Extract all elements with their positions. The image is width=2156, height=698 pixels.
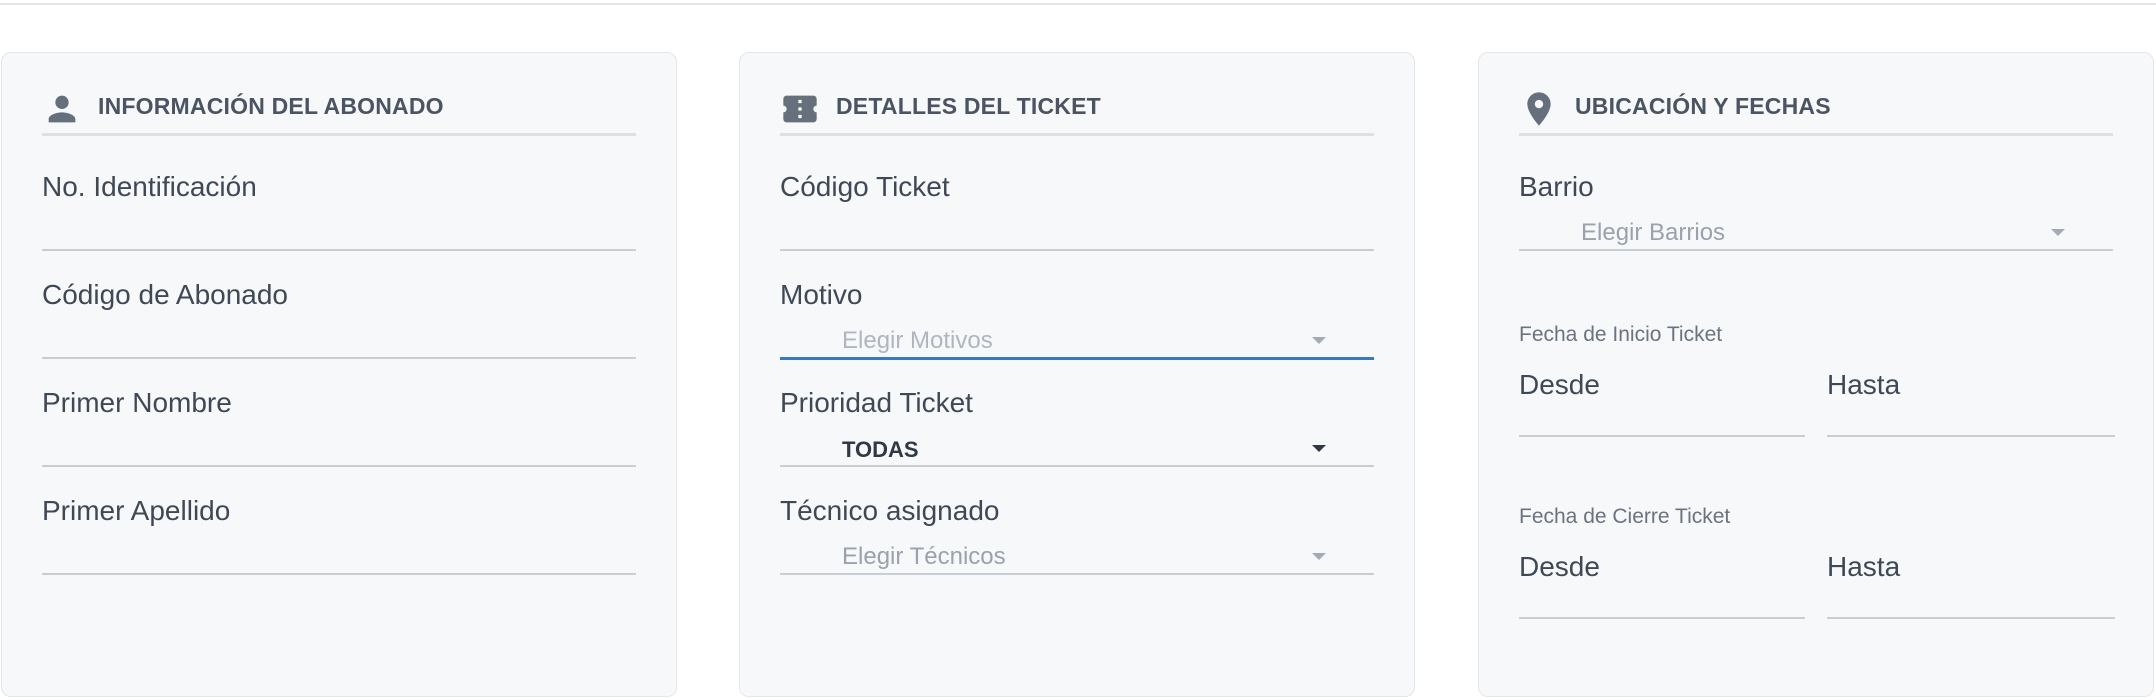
field-label: Código de Abonado xyxy=(42,279,288,310)
chevron-down-icon xyxy=(1312,337,1326,344)
chevron-down-icon xyxy=(2051,229,2065,236)
priority-select[interactable]: Prioridad Ticket TODAS xyxy=(780,387,1374,467)
field-label: Código Ticket xyxy=(780,171,950,202)
field-label: Primer Apellido xyxy=(42,495,231,526)
top-divider xyxy=(0,3,2156,5)
field-label: Desde xyxy=(1519,369,1600,400)
priority-selected-value: TODAS xyxy=(842,437,919,462)
ticket-code-field[interactable]: Código Ticket xyxy=(780,171,1374,251)
location-pin-icon xyxy=(1527,92,1551,126)
field-label: Hasta xyxy=(1827,551,1901,582)
identification-field[interactable]: No. Identificación xyxy=(42,171,636,251)
panel-title: UBICACIÓN Y FECHAS xyxy=(1575,93,1831,119)
neighborhood-select[interactable]: Barrio Elegir Barrios xyxy=(1519,171,2113,251)
ticket-details-panel: DETALLES DEL TICKET Código Ticket Motivo… xyxy=(739,52,1415,697)
panel-title: INFORMACIÓN DEL ABONADO xyxy=(98,93,444,119)
subscriber-info-panel: INFORMACIÓN DEL ABONADO No. Identificaci… xyxy=(1,52,677,697)
close-date-from-field[interactable]: Desde xyxy=(1519,551,1805,619)
field-label: Motivo xyxy=(780,279,863,310)
ticket-icon xyxy=(783,95,817,123)
field-label: Barrio xyxy=(1519,171,1594,202)
technician-select[interactable]: Técnico asignado Elegir Técnicos xyxy=(780,495,1374,575)
first-name-field[interactable]: Primer Nombre xyxy=(42,387,636,467)
chevron-down-icon xyxy=(1312,445,1326,452)
field-label: Desde xyxy=(1519,551,1600,582)
panel-header: DETALLES DEL TICKET xyxy=(780,93,1374,136)
neighborhood-placeholder: Elegir Barrios xyxy=(1581,219,1726,246)
field-label: No. Identificación xyxy=(42,171,257,202)
chevron-down-icon xyxy=(1312,553,1326,560)
start-date-from-field[interactable]: Desde xyxy=(1519,369,1805,437)
field-label: Primer Nombre xyxy=(42,387,232,418)
reason-placeholder: Elegir Motivos xyxy=(842,327,993,354)
close-date-to-field[interactable]: Hasta xyxy=(1827,551,2115,619)
reason-select[interactable]: Motivo Elegir Motivos xyxy=(780,279,1374,360)
panel-header: UBICACIÓN Y FECHAS xyxy=(1519,92,2113,136)
first-surname-field[interactable]: Primer Apellido xyxy=(42,495,636,575)
person-icon xyxy=(48,95,76,123)
panel-title: DETALLES DEL TICKET xyxy=(836,93,1101,119)
start-date-to-field[interactable]: Hasta xyxy=(1827,369,2115,437)
field-label: Hasta xyxy=(1827,369,1901,400)
technician-placeholder: Elegir Técnicos xyxy=(842,543,1006,570)
close-date-section-title: Fecha de Cierre Ticket xyxy=(1519,505,1731,528)
panel-header: INFORMACIÓN DEL ABONADO xyxy=(42,93,636,136)
field-label: Técnico asignado xyxy=(780,495,1000,526)
location-dates-panel: UBICACIÓN Y FECHAS Barrio Elegir Barrios… xyxy=(1478,52,2154,697)
field-label: Prioridad Ticket xyxy=(780,387,973,418)
start-date-section-title: Fecha de Inicio Ticket xyxy=(1519,323,1723,346)
subscriber-code-field[interactable]: Código de Abonado xyxy=(42,279,636,359)
